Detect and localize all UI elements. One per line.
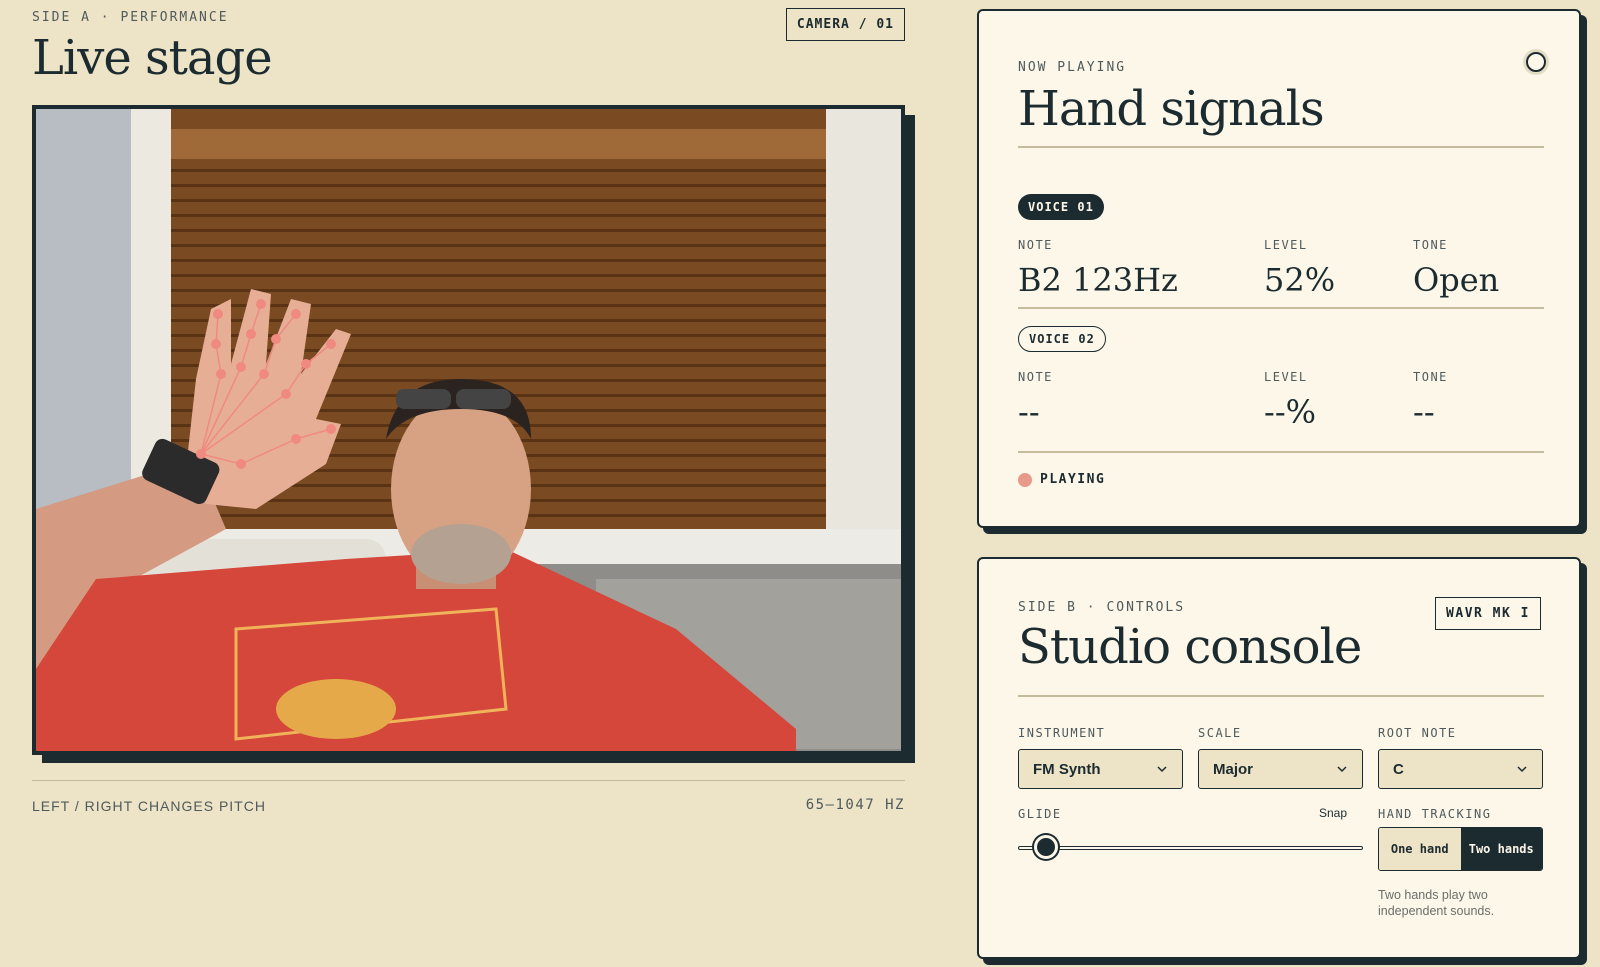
chevron-down-icon (1517, 766, 1527, 773)
now-playing-title: Hand signals (1018, 81, 1325, 137)
glide-slider[interactable] (1018, 846, 1363, 850)
one-hand-option[interactable]: One hand (1379, 828, 1461, 870)
root-note-select-value: C (1393, 760, 1404, 778)
voice-02-note-value: -- (1018, 393, 1040, 431)
pitch-hint: LEFT / RIGHT CHANGES PITCH (32, 798, 266, 814)
voice-02-tone-label: TONE (1413, 370, 1448, 384)
root-note-select[interactable]: C (1378, 749, 1543, 789)
chevron-down-icon (1157, 766, 1167, 773)
stage-divider (32, 780, 905, 781)
frequency-range: 65–1047 HZ (805, 797, 905, 813)
voice-02-level-value: --% (1264, 393, 1317, 431)
playback-status: PLAYING (1018, 472, 1105, 487)
instrument-select[interactable]: FM Synth (1018, 749, 1183, 789)
hand-tracking-toggle[interactable]: One hand Two hands (1378, 827, 1543, 871)
instrument-select-value: FM Synth (1033, 760, 1101, 778)
now-playing-card: NOW PLAYING Hand signals VOICE 01 NOTE B… (977, 9, 1581, 528)
voice-divider (1018, 307, 1544, 309)
two-hands-option[interactable]: Two hands (1460, 828, 1542, 870)
voice-02-note-label: NOTE (1018, 370, 1053, 384)
playing-dot-icon (1018, 472, 1032, 487)
playback-status-label: PLAYING (1040, 472, 1106, 487)
now-playing-divider (1018, 146, 1544, 148)
model-tag: WAVR MK I (1435, 597, 1541, 630)
root-note-label: ROOT NOTE (1378, 726, 1457, 740)
console-eyebrow: SIDE B · CONTROLS (1018, 600, 1186, 615)
glide-label: GLIDE (1018, 807, 1062, 821)
glide-slider-knob[interactable] (1034, 835, 1059, 859)
voice-01-level-label: LEVEL (1264, 238, 1308, 252)
camera-feed-frame (32, 105, 915, 763)
scale-select[interactable]: Major (1198, 749, 1363, 789)
voice-01-note-label: NOTE (1018, 238, 1053, 252)
voice-01-tone-value: Open (1413, 261, 1500, 299)
scale-select-value: Major (1213, 760, 1254, 778)
status-divider (1018, 451, 1544, 453)
scale-label: SCALE (1198, 726, 1242, 740)
voice-01-tone-label: TONE (1413, 238, 1448, 252)
console-title: Studio console (1018, 619, 1362, 675)
camera-feed (32, 105, 905, 755)
page-title: Live stage (32, 30, 273, 86)
voice-02-level-label: LEVEL (1264, 370, 1308, 384)
camera-scene (36, 109, 901, 751)
studio-console-card: SIDE B · CONTROLS WAVR MK I Studio conso… (977, 557, 1581, 959)
hand-tracking-label: HAND TRACKING (1378, 807, 1492, 821)
voice-01-badge: VOICE 01 (1018, 194, 1104, 220)
voice-01-note-value: B2 123Hz (1018, 261, 1178, 299)
camera-tag[interactable]: CAMERA / 01 (785, 8, 905, 41)
voice-01-level-value: 52% (1264, 261, 1336, 299)
voice-02-badge: VOICE 02 (1018, 326, 1106, 352)
instrument-label: INSTRUMENT (1018, 726, 1106, 740)
voice-02-tone-value: -- (1413, 393, 1435, 431)
status-ring-icon[interactable] (1526, 52, 1546, 72)
glide-snap-label: Snap (1319, 806, 1348, 820)
console-divider (1018, 695, 1544, 697)
chevron-down-icon (1337, 766, 1347, 773)
hand-tracking-note: Two hands play two independent sounds. (1378, 888, 1495, 918)
stage-eyebrow: SIDE A · PERFORMANCE (32, 10, 229, 25)
now-playing-eyebrow: NOW PLAYING (1018, 60, 1127, 75)
